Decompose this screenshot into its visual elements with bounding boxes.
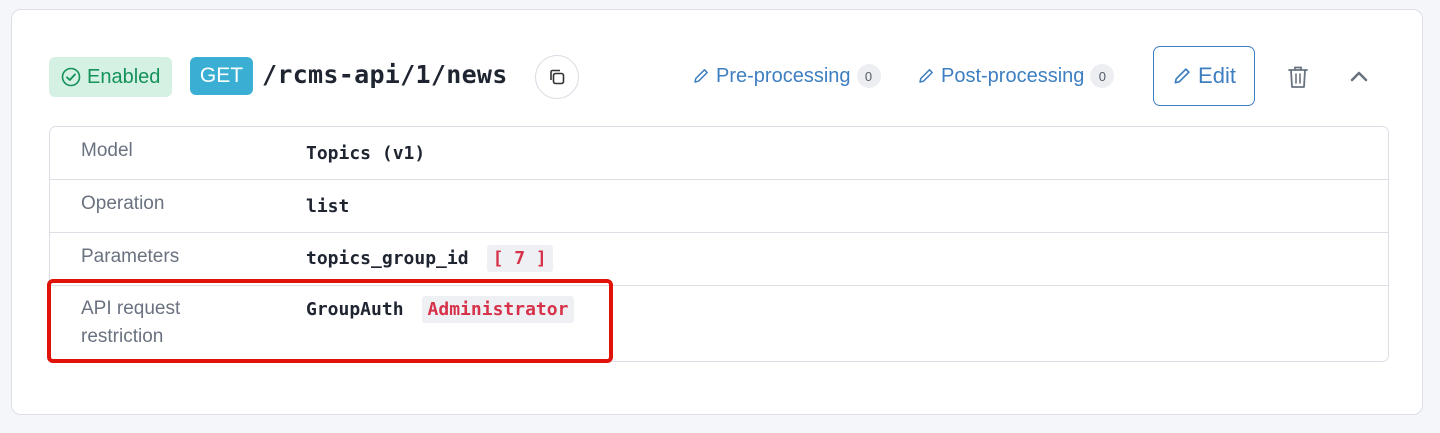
details-row-operation: Operation list <box>50 180 1388 233</box>
operation-value: list <box>306 196 350 217</box>
chevron-up-icon <box>1350 71 1368 82</box>
row-value: Topics (v1) <box>306 143 425 164</box>
pre-processing-link[interactable]: Pre-processing 0 <box>692 64 881 88</box>
post-processing-count: 0 <box>1090 64 1115 88</box>
parameter-value-tag: [ 7 ] <box>486 245 553 272</box>
delete-button[interactable] <box>1284 62 1312 92</box>
post-processing-label: Post-processing <box>941 64 1085 87</box>
check-circle-icon <box>61 67 81 87</box>
row-value: list <box>306 196 349 217</box>
edit-label: Edit <box>1198 63 1236 88</box>
endpoint-path: /rcms-api/1/news <box>262 60 508 89</box>
endpoint-header: Enabled GET /rcms-api/1/news Pre-process… <box>12 10 1422 130</box>
pencil-icon <box>919 69 933 83</box>
highlight-box <box>47 279 613 363</box>
row-label: Operation <box>81 193 165 214</box>
pencil-icon <box>694 69 708 83</box>
collapse-button[interactable] <box>1346 64 1372 88</box>
edit-button[interactable]: Edit <box>1153 46 1255 106</box>
copy-icon <box>550 69 565 85</box>
details-row-model: Model Topics (v1) <box>50 127 1388 180</box>
pencil-icon <box>1174 68 1190 84</box>
status-badge: Enabled <box>49 57 173 97</box>
parameter-name: topics_group_id <box>306 248 469 269</box>
trash-icon <box>1288 66 1308 88</box>
pre-processing-label: Pre-processing <box>716 64 851 87</box>
copy-button[interactable] <box>535 55 579 99</box>
row-label: Parameters <box>81 246 180 267</box>
row-value: topics_group_id [ 7 ] <box>306 245 553 272</box>
status-label: Enabled <box>87 65 161 88</box>
post-processing-link[interactable]: Post-processing 0 <box>917 64 1115 88</box>
method-badge: GET <box>190 57 253 95</box>
pre-processing-count: 0 <box>856 64 881 88</box>
row-label: Model <box>81 140 133 161</box>
model-value: Topics (v1) <box>306 143 426 164</box>
